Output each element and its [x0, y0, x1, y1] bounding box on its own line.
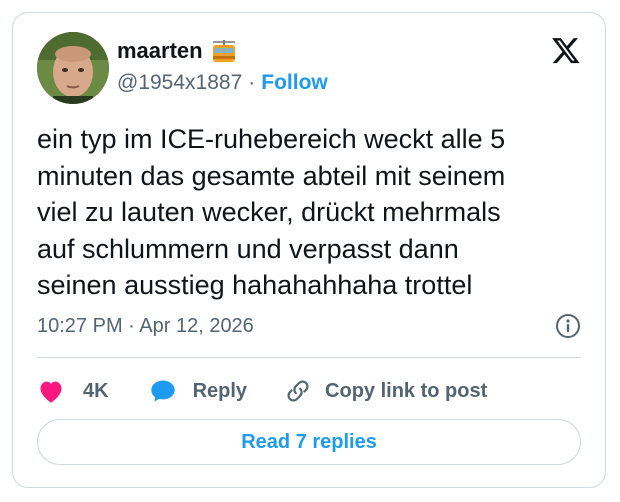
- speech-bubble-icon: [149, 378, 177, 404]
- author-handle[interactable]: @1954x1887: [117, 71, 242, 94]
- heart-icon: [37, 378, 65, 404]
- tweet-text: ein typ im ICE-ruhebereich weckt alle 5 …: [37, 124, 506, 300]
- reply-label: Reply: [192, 379, 248, 402]
- info-icon[interactable]: [555, 313, 581, 339]
- like-count: 4K: [83, 379, 109, 402]
- link-icon: [285, 378, 311, 404]
- avatar-image: [37, 32, 109, 104]
- display-name-text: maarten: [117, 38, 203, 63]
- tweet-card: maarten @1954x1887 · Follow ein typ im ICE…: [12, 12, 606, 488]
- x-logo-icon[interactable]: [551, 35, 581, 65]
- handle-row: @1954x1887 · Follow: [117, 71, 328, 95]
- like-button[interactable]: 4K: [37, 378, 109, 404]
- follow-link[interactable]: Follow: [261, 71, 328, 94]
- author-display-name[interactable]: maarten: [117, 38, 237, 64]
- divider: [37, 357, 581, 358]
- copy-link-button[interactable]: Copy link to post: [285, 378, 487, 404]
- copy-link-label: Copy link to post: [325, 379, 488, 402]
- read-replies-button[interactable]: Read 7 replies: [37, 419, 581, 465]
- avatar[interactable]: [37, 32, 109, 104]
- reply-button[interactable]: Reply: [149, 378, 247, 404]
- read-replies-label: Read 7 replies: [241, 430, 377, 453]
- action-bar: 4K Reply Copy link to post: [37, 373, 487, 409]
- separator-dot: ·: [248, 71, 256, 94]
- tram-car-icon: [211, 40, 237, 62]
- tweet-timestamp[interactable]: 10:27 PM · Apr 12, 2026: [37, 315, 254, 338]
